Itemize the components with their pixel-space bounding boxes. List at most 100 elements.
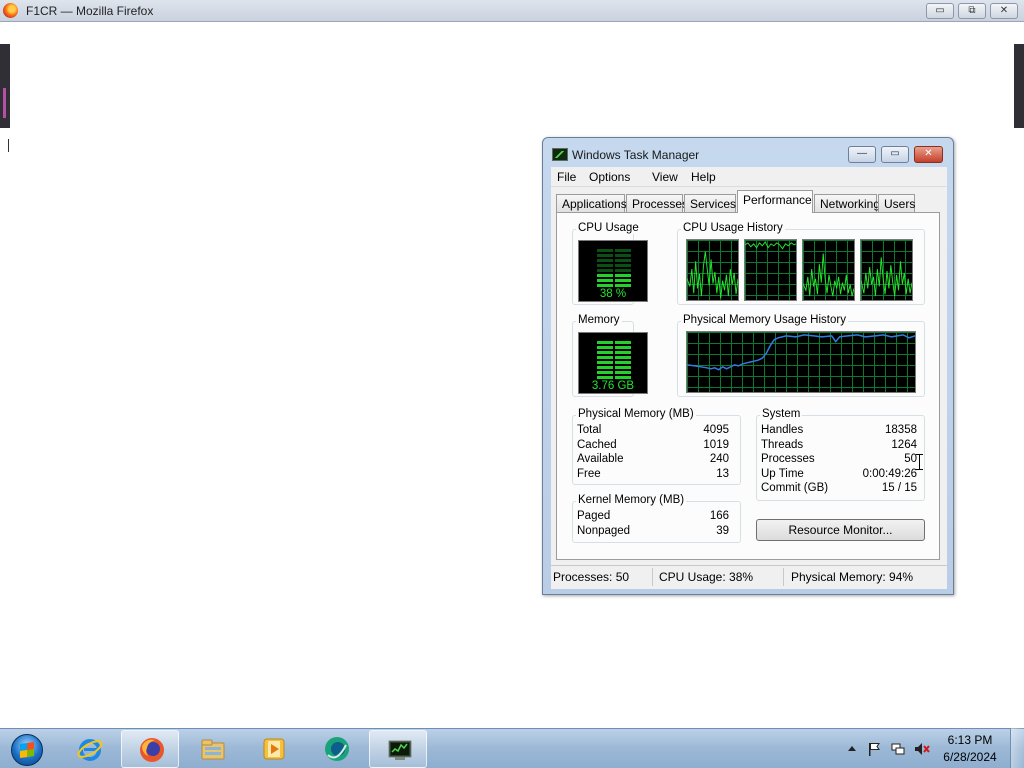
accent-bar (3, 88, 6, 118)
row-key: Processes (761, 453, 815, 465)
taskbar-media-player[interactable] (244, 730, 302, 768)
maximize-button[interactable]: ▭ (881, 146, 909, 163)
network-icon[interactable] (890, 741, 906, 757)
taskbar-task-manager[interactable] (369, 730, 427, 768)
physical-memory-row-cached: Cached 1019 (577, 439, 729, 454)
menu-options[interactable]: Options (589, 170, 630, 184)
row-value: 1264 (891, 439, 917, 451)
text-cursor-icon (8, 139, 9, 152)
menu-file[interactable]: File (557, 170, 576, 184)
physical-memory-row-available: Available 240 (577, 453, 729, 468)
tab-processes[interactable]: Processes (626, 194, 688, 212)
resource-monitor-button[interactable]: Resource Monitor... (756, 519, 925, 541)
task-manager-window[interactable]: Windows Task Manager — ▭ ✕ File Options … (542, 137, 954, 595)
row-value: 13 (716, 468, 729, 480)
taskbar-firefox[interactable] (121, 730, 179, 768)
app-icon (325, 737, 349, 761)
system-row-uptime: Up Time 0:00:49:26 (761, 468, 917, 483)
row-value: 39 (716, 525, 729, 537)
row-value: 4095 (703, 424, 729, 436)
taskbar-app[interactable] (307, 730, 365, 768)
status-cpu: CPU Usage: 38% (659, 570, 754, 584)
meter-segment (597, 274, 631, 277)
status-bar: Processes: 50 CPU Usage: 38% Physical Me… (551, 565, 947, 589)
cpu-history-label: CPU Usage History (681, 222, 785, 234)
system-row-threads: Threads 1264 (761, 439, 917, 454)
kernel-memory-label: Kernel Memory (MB) (576, 494, 687, 506)
clock-time[interactable]: 6:13 PM (940, 733, 1000, 747)
meter-segment (597, 284, 631, 287)
meter-segment (597, 249, 631, 252)
start-button[interactable] (5, 731, 49, 767)
row-key: Cached (577, 439, 617, 451)
media-player-icon (263, 738, 285, 760)
menu-view[interactable]: View (652, 170, 678, 184)
menu-help[interactable]: Help (691, 170, 716, 184)
tab-performance[interactable]: Performance (737, 190, 813, 213)
meter-segment (597, 371, 631, 374)
menu-bar: File Options View Help (551, 167, 947, 187)
tab-applications[interactable]: Applications (556, 194, 627, 212)
desktop: F1CR — Mozilla Firefox ▭ ⧉ ✕ Windows Tas… (0, 0, 1024, 768)
minimize-button[interactable]: — (848, 146, 876, 163)
taskbar-internet-explorer[interactable] (60, 730, 118, 768)
row-value: 240 (709, 453, 729, 465)
meter-segment (597, 254, 631, 257)
memory-meter: 3.76 GB (578, 332, 648, 394)
taskbar-file-explorer[interactable] (183, 730, 241, 768)
status-divider (783, 568, 784, 586)
close-button[interactable]: ✕ (914, 146, 943, 163)
task-manager-titlebar[interactable]: Windows Task Manager — ▭ ✕ (543, 138, 953, 168)
physical-memory-group: Physical Memory (MB) Total 4095 Cached 101… (572, 408, 741, 485)
window-title: F1CR — Mozilla Firefox (26, 4, 154, 18)
row-value: 0:00:49:26 (862, 468, 917, 480)
memory-label: Memory (576, 314, 622, 326)
show-hidden-icons-icon[interactable] (844, 741, 860, 757)
row-key: Nonpaged (577, 525, 631, 537)
cpu-history-graph-core-1 (686, 239, 739, 301)
meter-segment (597, 264, 631, 267)
memory-group: Memory 3.76 GB (572, 314, 648, 397)
row-value: 15 / 15 (881, 482, 917, 494)
memory-history-label: Physical Memory Usage History (681, 314, 848, 326)
page-edge-right (1014, 44, 1024, 128)
status-processes: Processes: 50 (553, 570, 630, 584)
system-row-handles: Handles 18358 (761, 424, 917, 439)
minimize-button[interactable]: ▭ (926, 3, 954, 19)
row-key: Handles (761, 424, 804, 436)
action-center-flag-icon[interactable] (866, 741, 882, 757)
system-label: System (760, 408, 803, 420)
memory-history-graph (686, 331, 916, 393)
task-manager-icon (552, 148, 568, 161)
task-manager-title: Windows Task Manager (572, 148, 700, 162)
tab-networking[interactable]: Networking (814, 194, 880, 212)
tab-users[interactable]: Users (878, 194, 915, 212)
cpu-usage-group: CPU Usage 38 % (572, 222, 648, 305)
memory-history-group: Physical Memory Usage History (677, 314, 925, 397)
row-value: 1019 (703, 439, 729, 451)
clock-date[interactable]: 6/28/2024 (940, 750, 1000, 764)
meter-segment (597, 269, 631, 272)
row-value: 18358 (885, 424, 917, 436)
meter-segment (597, 366, 631, 369)
firefox-titlebar[interactable]: F1CR — Mozilla Firefox ▭ ⧉ ✕ (0, 0, 1024, 22)
physical-memory-label: Physical Memory (MB) (576, 408, 696, 420)
cpu-usage-value: 38 % (599, 288, 627, 300)
cpu-usage-meter: 38 % (578, 240, 648, 302)
meter-segment (597, 356, 631, 359)
physical-memory-row-free: Free 13 (577, 468, 729, 483)
internet-explorer-icon (77, 739, 103, 761)
meter-segment (597, 376, 631, 379)
tab-services[interactable]: Services (684, 194, 736, 212)
ibeam-cursor-icon (916, 454, 923, 470)
windows-logo-icon (20, 742, 34, 758)
meter-segment (597, 361, 631, 364)
close-button[interactable]: ✕ (990, 3, 1018, 19)
cpu-usage-label: CPU Usage (576, 222, 641, 234)
row-key: Threads (761, 439, 804, 451)
show-desktop-button[interactable] (1010, 728, 1024, 768)
meter-segment (597, 346, 631, 349)
volume-muted-icon[interactable] (914, 741, 930, 757)
restore-button[interactable]: ⧉ (958, 3, 986, 19)
status-memory: Physical Memory: 94% (791, 570, 914, 584)
